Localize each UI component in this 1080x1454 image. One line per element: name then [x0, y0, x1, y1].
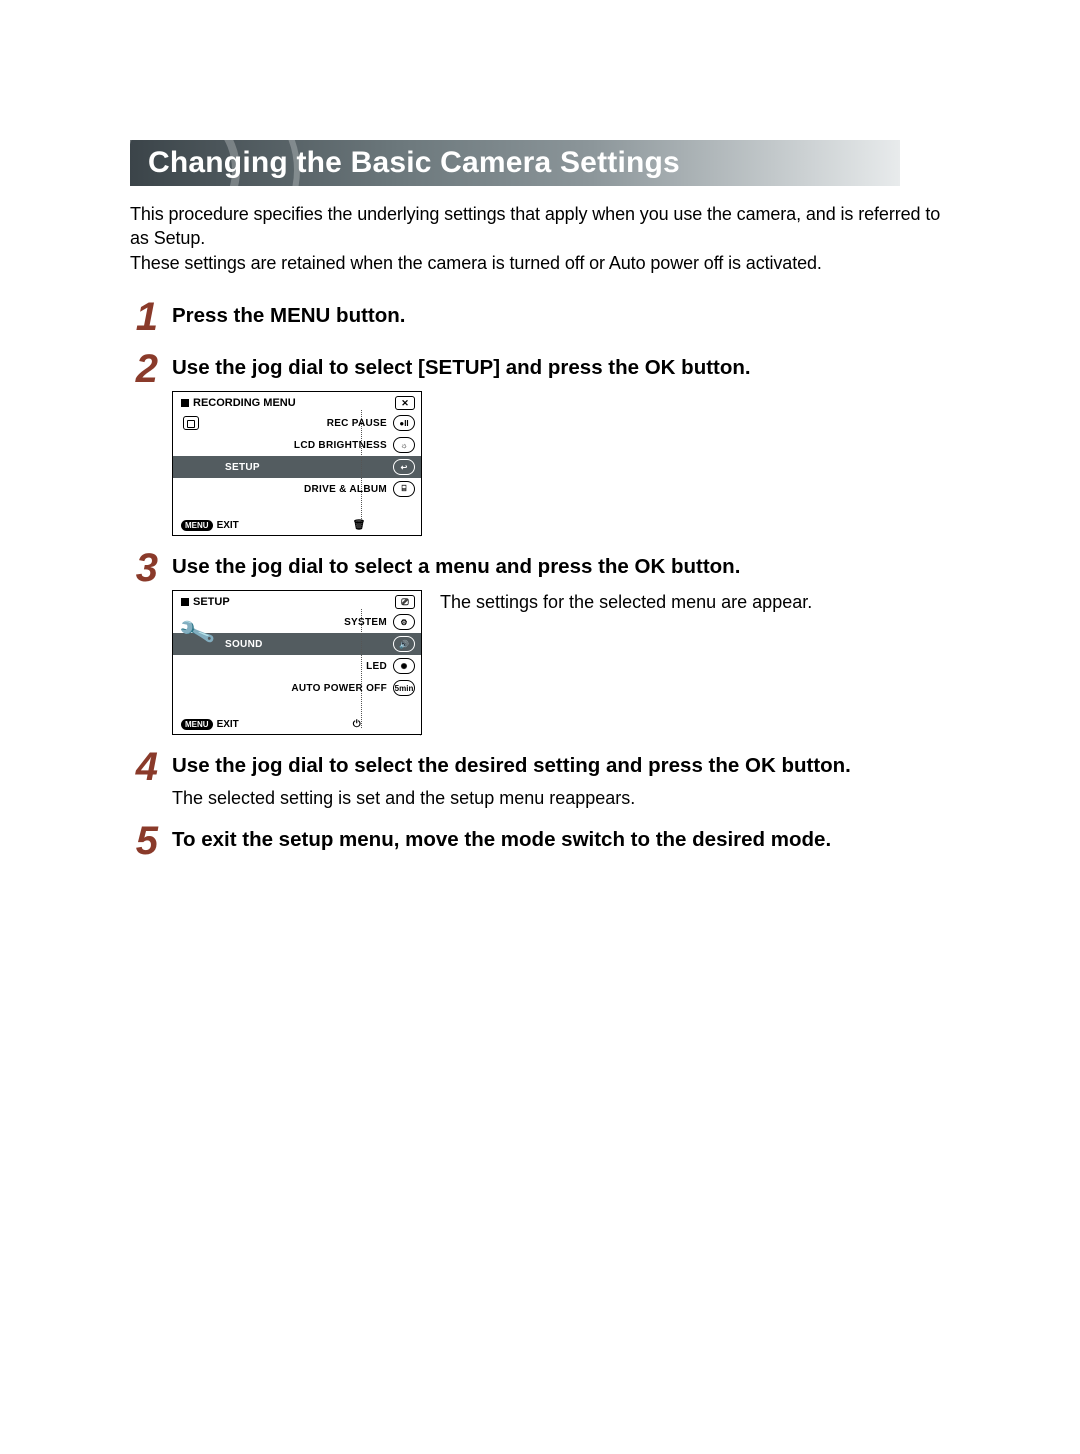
menu-pill: MENU	[181, 520, 213, 531]
step-heading: Use the jog dial to select [SETUP] and p…	[172, 355, 960, 381]
lcd-menu-row: REC PAUSE ●II	[173, 412, 421, 434]
sound-icon: 🔊	[393, 636, 415, 652]
lcd-title: RECORDING MENU	[193, 397, 296, 409]
step-side-note: The settings for the selected menu are a…	[440, 590, 812, 613]
step-number: 3	[130, 548, 158, 735]
step-number: 5	[130, 821, 158, 861]
lcd-footer: MENU EXIT ⏻	[181, 719, 361, 730]
lcd-footer: MENU EXIT 🗑	[181, 520, 366, 531]
lcd-menu-row: DRIVE & ALBUM ⌸	[173, 478, 421, 500]
lcd-row-label: SYSTEM	[205, 617, 393, 628]
rec-pause-icon: ●II	[393, 415, 415, 431]
step-heading: To exit the setup menu, move the mode sw…	[172, 827, 960, 853]
lcd-row-label: REC PAUSE	[205, 418, 393, 429]
step: 5 To exit the setup menu, move the mode …	[130, 821, 960, 861]
power-icon: ⏻	[353, 719, 361, 730]
step-note: The selected setting is set and the setu…	[172, 788, 960, 809]
lcd-row-label: DRIVE & ALBUM	[205, 484, 393, 495]
step: 4 Use the jog dial to select the desired…	[130, 747, 960, 808]
lcd-row-label: SOUND	[205, 639, 393, 650]
setup-icon: ↩	[393, 459, 415, 475]
step-number: 2	[130, 349, 158, 536]
lcd-menu-row: LCD BRIGHTNESS ☼	[173, 434, 421, 456]
intro-paragraph: These settings are retained when the cam…	[130, 251, 960, 275]
page-title: Changing the Basic Camera Settings	[148, 146, 680, 180]
step-heading: Use the jog dial to select the desired s…	[172, 753, 960, 779]
lcd-title: SETUP	[193, 596, 230, 608]
drive-album-icon: ⌸	[393, 481, 415, 497]
lcd-row-label: AUTO POWER OFF	[205, 683, 393, 694]
lcd-row-label: LED	[205, 661, 393, 672]
step: 1 Press the MENU button.	[130, 297, 960, 337]
led-icon: ✺	[393, 658, 415, 674]
lcd-menu-row: LED ✺	[173, 655, 421, 677]
step: 2 Use the jog dial to select [SETUP] and…	[130, 349, 960, 536]
lcd-exit-label: EXIT	[217, 520, 239, 531]
system-icon: ⚙	[393, 614, 415, 630]
lcd-screenshot-recording-menu: RECORDING MENU ✕ REC PAUSE ●II LCD BRIGH…	[172, 391, 422, 536]
lcd-screenshot-setup-menu: SETUP ⎚ 🔧 SYSTEM ⚙ SOUND 🔊	[172, 590, 422, 735]
thumbnail-icon	[183, 416, 199, 430]
camera-crossed-icon: ✕	[395, 396, 415, 410]
auto-power-off-icon: 5min	[393, 680, 415, 696]
trash-icon: 🗑	[353, 520, 366, 531]
intro-paragraph: This procedure specifies the underlying …	[130, 202, 960, 251]
menu-pill: MENU	[181, 719, 213, 730]
lcd-row-label: LCD BRIGHTNESS	[205, 440, 393, 451]
camera-icon: ⎚	[395, 595, 415, 609]
step: 3 Use the jog dial to select a menu and …	[130, 548, 960, 735]
page-title-banner: Changing the Basic Camera Settings	[130, 140, 900, 186]
step-number: 4	[130, 747, 158, 808]
step-number: 1	[130, 297, 158, 337]
lcd-row-label: SETUP	[205, 462, 393, 473]
step-heading: Press the MENU button.	[172, 303, 960, 329]
brightness-icon: ☼	[393, 437, 415, 453]
steps-list: 1 Press the MENU button. 2 Use the jog d…	[130, 297, 960, 861]
lcd-menu-row: AUTO POWER OFF 5min	[173, 677, 421, 699]
step-heading: Use the jog dial to select a menu and pr…	[172, 554, 960, 580]
lcd-menu-row-selected: SETUP ↩	[173, 456, 421, 478]
lcd-exit-label: EXIT	[217, 719, 239, 730]
intro-block: This procedure specifies the underlying …	[130, 202, 960, 275]
